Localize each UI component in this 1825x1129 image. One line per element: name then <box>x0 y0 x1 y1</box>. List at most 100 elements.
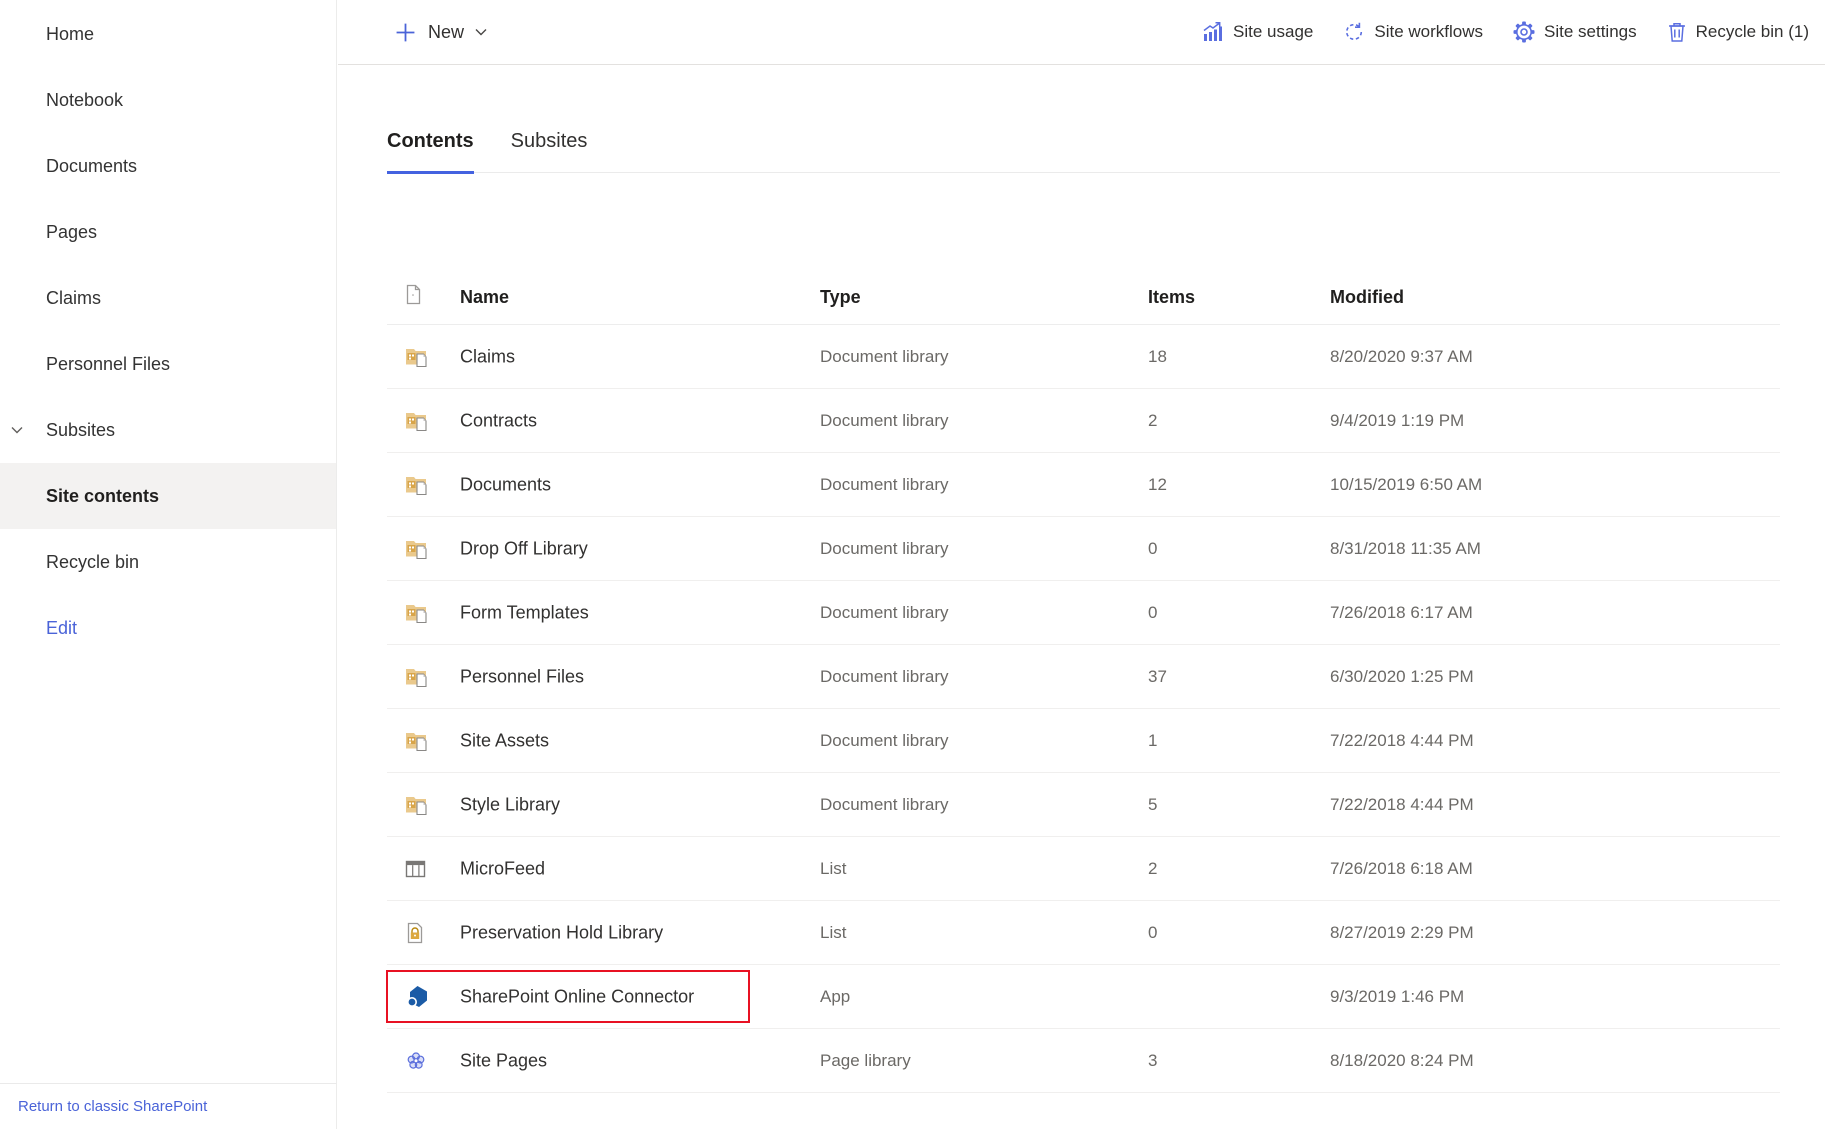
document-library-icon <box>405 410 429 431</box>
new-button-label: New <box>428 22 464 43</box>
row-type: App <box>820 987 850 1007</box>
row-type: Document library <box>820 731 949 751</box>
column-header-type[interactable]: Type <box>820 287 861 308</box>
sidebar-item-home[interactable]: Home <box>0 1 336 67</box>
table-row-form-templates[interactable]: Form TemplatesDocument library07/26/2018… <box>387 581 1780 645</box>
table-row-microfeed[interactable]: MicroFeedList27/26/2018 6:18 AM <box>387 837 1780 901</box>
row-type: Document library <box>820 667 949 687</box>
table-body: Claims Document library 18 8/20/2020 9:37 A… <box>387 325 1780 1093</box>
row-type: List <box>820 923 846 943</box>
column-header-name[interactable]: Name <box>460 287 509 308</box>
table-row-site-assets[interactable]: Site Assets Document library 1 7/22/2018 4:… <box>387 709 1780 773</box>
table-row-sharepoint-online-connector[interactable]: SharePoint Online ConnectorApp9/3/2019 1… <box>387 965 1780 1029</box>
document-library-icon <box>405 794 429 815</box>
row-items-count: 12 <box>1148 475 1167 495</box>
row-name-link[interactable]: SharePoint Online Connector <box>460 986 694 1007</box>
site-usage-button[interactable]: Site usage <box>1202 21 1313 43</box>
row-name-link[interactable]: Site Assets <box>460 730 549 751</box>
row-name-link[interactable]: Documents <box>460 474 551 495</box>
row-name-link[interactable]: Style Library <box>460 794 560 815</box>
row-modified-date: 8/27/2019 2:29 PM <box>1330 923 1474 943</box>
command-bar: New Site usage Site workflows Site setting… <box>338 0 1825 65</box>
row-type: Document library <box>820 475 949 495</box>
row-items-count: 0 <box>1148 923 1157 943</box>
table-row-style-library[interactable]: Style LibraryDocument library57/22/2018 … <box>387 773 1780 837</box>
site-settings-button[interactable]: Site settings <box>1513 21 1637 43</box>
row-name-link[interactable]: Drop Off Library <box>460 538 588 559</box>
row-name-link[interactable]: Site Pages <box>460 1050 547 1071</box>
main-area: New Site usage Site workflows Site setting… <box>338 0 1825 1129</box>
sidebar-item-claims[interactable]: Claims <box>0 265 336 331</box>
row-modified-date: 8/20/2020 9:37 AM <box>1330 347 1473 367</box>
row-modified-date: 9/4/2019 1:19 PM <box>1330 411 1464 431</box>
workflows-sync-icon <box>1343 21 1365 43</box>
new-button[interactable]: New <box>395 22 488 43</box>
row-modified-date: 7/26/2018 6:17 AM <box>1330 603 1473 623</box>
command-label: Site workflows <box>1374 22 1483 42</box>
row-modified-date: 7/22/2018 4:44 PM <box>1330 731 1474 751</box>
pivot-tabs: Contents Subsites <box>387 131 1780 173</box>
hold-library-icon <box>405 922 425 944</box>
command-group: Site usage Site workflows Site settings Rec… <box>1202 21 1809 43</box>
row-name-link[interactable]: Contracts <box>460 410 537 431</box>
row-name-link[interactable]: Claims <box>460 346 515 367</box>
site-workflows-button[interactable]: Site workflows <box>1343 21 1483 43</box>
sidebar-item-recycle-bin[interactable]: Recycle bin <box>0 529 336 595</box>
tab-subsites[interactable]: Subsites <box>511 131 588 172</box>
table-row-site-pages[interactable]: Site PagesPage library38/18/2020 8:24 PM <box>387 1029 1780 1093</box>
row-name-link[interactable]: MicroFeed <box>460 858 545 879</box>
sidebar: Home Notebook Documents PagesClaims Personne… <box>0 0 337 1129</box>
table-row-documents[interactable]: DocumentsDocument library1210/15/2019 6:… <box>387 453 1780 517</box>
sidebar-item-label: Personnel Files <box>46 354 170 375</box>
table-row-drop-off-library[interactable]: Drop Off LibraryDocument library08/31/20… <box>387 517 1780 581</box>
row-items-count: 1 <box>1148 731 1157 751</box>
sidebar-item-label: Notebook <box>46 90 123 111</box>
row-modified-date: 8/18/2020 8:24 PM <box>1330 1051 1474 1071</box>
row-items-count: 37 <box>1148 667 1167 687</box>
row-name-link[interactable]: Personnel Files <box>460 666 584 687</box>
document-library-icon <box>405 666 429 687</box>
row-type: Page library <box>820 1051 911 1071</box>
table-row-contracts[interactable]: ContractsDocument library29/4/2019 1:19 … <box>387 389 1780 453</box>
command-label: Site usage <box>1233 22 1313 42</box>
table-row-preservation-hold-library[interactable]: Preservation Hold Library List 0 8/27/2019 … <box>387 901 1780 965</box>
document-library-icon <box>405 346 429 367</box>
recycle-bin-trash-icon <box>1667 21 1687 43</box>
sharepoint-app-icon <box>405 985 431 1009</box>
tab-contents[interactable]: Contents <box>387 131 474 174</box>
row-modified-date: 8/31/2018 11:35 AM <box>1330 539 1481 559</box>
row-type: Document library <box>820 795 949 815</box>
row-name-link[interactable]: Form Templates <box>460 602 589 623</box>
sidebar-item-label: Documents <box>46 156 137 177</box>
recycle-bin-1-button[interactable]: Recycle bin (1) <box>1667 21 1809 43</box>
row-items-count: 18 <box>1148 347 1167 367</box>
sidebar-item-pages[interactable]: Pages <box>0 199 336 265</box>
sidebar-item-site-contents[interactable]: Site contents <box>0 463 336 529</box>
sidebar-item-notebook[interactable]: Notebook <box>0 67 336 133</box>
table-row-claims[interactable]: Claims Document library 18 8/20/2020 9:37 A… <box>387 325 1780 389</box>
sidebar-item-edit[interactable]: Edit <box>0 595 336 661</box>
row-name-link[interactable]: Preservation Hold Library <box>460 922 663 943</box>
sidebar-item-documents[interactable]: Documents <box>0 133 336 199</box>
row-modified-date: 7/26/2018 6:18 AM <box>1330 859 1473 879</box>
row-type: Document library <box>820 347 949 367</box>
document-library-icon <box>405 730 429 751</box>
document-library-icon <box>405 474 429 495</box>
table-row-personnel-files[interactable]: Personnel FilesDocument library376/30/20… <box>387 645 1780 709</box>
sidebar-item-label: Recycle bin <box>46 552 139 573</box>
column-header-modified[interactable]: Modified <box>1330 287 1404 308</box>
return-to-classic-link[interactable]: Return to classic SharePoint <box>18 1098 207 1115</box>
sidebar-item-subsites[interactable]: Subsites <box>0 397 336 463</box>
column-header-items[interactable]: Items <box>1148 287 1195 308</box>
chevron-down-icon[interactable] <box>10 423 24 437</box>
row-type: Document library <box>820 539 949 559</box>
row-modified-date: 7/22/2018 4:44 PM <box>1330 795 1474 815</box>
row-type: Document library <box>820 411 949 431</box>
list-icon <box>405 859 426 879</box>
table-header: Name Type Items Modified <box>387 173 1780 325</box>
sidebar-item-label: Edit <box>46 618 77 639</box>
sidebar-item-personnel-files[interactable]: Personnel Files <box>0 331 336 397</box>
sidebar-item-label: Subsites <box>46 420 115 441</box>
row-type: Document library <box>820 603 949 623</box>
settings-gear-icon <box>1513 21 1535 43</box>
